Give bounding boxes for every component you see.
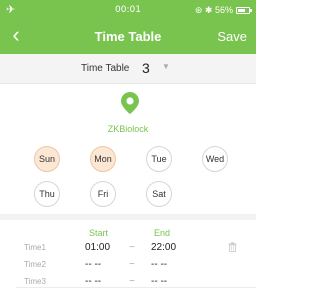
- end-column-header: End: [154, 228, 171, 238]
- end-time-field[interactable]: -- --: [151, 259, 167, 270]
- start-time-field[interactable]: 01:00: [85, 242, 110, 253]
- nav-bar: ‹ Time Table Save: [0, 20, 256, 54]
- status-bar: ✈ 00:01 ⊛ ✱ 56%: [0, 0, 256, 20]
- battery-icon: [236, 7, 252, 14]
- day-label: Fri: [97, 189, 109, 199]
- day-thu[interactable]: Thu: [34, 181, 60, 207]
- day-label: Sat: [152, 189, 166, 199]
- time-table-value[interactable]: 3: [142, 60, 150, 76]
- location-pin-icon: [121, 92, 139, 114]
- time-slot-row: Time1 01:00 ~ 22:00: [0, 241, 256, 255]
- time-slot-name: Time3: [24, 277, 46, 286]
- time-slot-name: Time1: [24, 243, 46, 252]
- day-label: Sun: [38, 154, 55, 164]
- range-separator: ~: [129, 259, 135, 270]
- divider: [16, 287, 256, 288]
- end-time-field[interactable]: -- --: [151, 276, 167, 287]
- save-button[interactable]: Save: [217, 29, 247, 44]
- day-wed[interactable]: Wed: [202, 146, 228, 172]
- start-column-header: Start: [89, 228, 109, 238]
- start-time-field[interactable]: -- --: [85, 276, 101, 287]
- start-time-field[interactable]: -- --: [85, 259, 101, 270]
- dropdown-triangle-icon[interactable]: ▼: [162, 62, 170, 71]
- day-sat[interactable]: Sat: [146, 181, 172, 207]
- end-time-field[interactable]: 22:00: [151, 242, 176, 253]
- day-tue[interactable]: Tue: [146, 146, 172, 172]
- lock-name: ZKBiolock: [107, 124, 149, 134]
- day-label: Tue: [151, 154, 167, 164]
- range-separator: ~: [129, 242, 135, 253]
- time-slot-name: Time2: [24, 260, 46, 269]
- day-label: Mon: [94, 154, 112, 164]
- day-sun[interactable]: Sun: [34, 146, 60, 172]
- time-table-selector[interactable]: Time Table 3 ▼: [0, 54, 256, 84]
- section-divider: [0, 214, 256, 220]
- day-fri[interactable]: Fri: [90, 181, 116, 207]
- trash-icon[interactable]: [228, 242, 237, 252]
- range-separator: ~: [129, 276, 135, 287]
- time-slot-row: Time2 -- -- ~ -- --: [0, 258, 256, 272]
- day-label: Wed: [205, 154, 225, 164]
- day-label: Thu: [39, 189, 55, 199]
- day-mon[interactable]: Mon: [90, 146, 116, 172]
- status-indicator-text: ⊛ ✱ 56%: [194, 5, 233, 15]
- status-indicators: ⊛ ✱ 56%: [194, 5, 252, 16]
- time-table-label: Time Table: [81, 63, 130, 74]
